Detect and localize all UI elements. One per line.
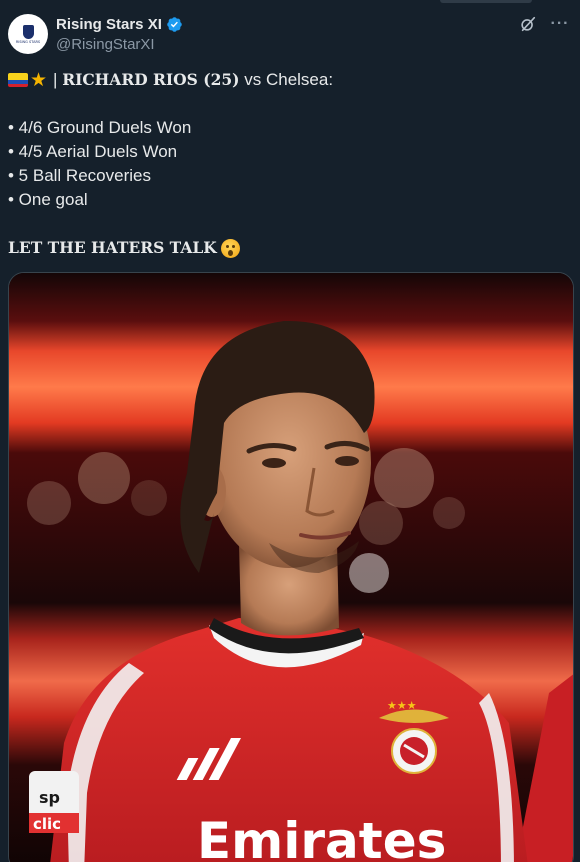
colombia-flag-icon — [8, 73, 28, 87]
tweet-header: RISING STARS Rising Stars XI @RisingStar… — [8, 12, 570, 56]
headline-player: RICHARD RIOS (25) — [62, 70, 240, 89]
grok-icon[interactable] — [518, 14, 538, 34]
handle[interactable]: @RisingStarXI — [56, 36, 183, 53]
avatar[interactable]: RISING STARS — [8, 14, 48, 54]
shield-logo-icon — [22, 24, 34, 39]
star-icon: ★ — [30, 69, 48, 91]
avatar-logo-text: RISING STARS — [15, 39, 41, 44]
top-edge-sliver — [440, 0, 532, 3]
stat-line: • 4/5 Aerial Duels Won — [8, 142, 178, 161]
shirt-sponsor-text: Emirates — [197, 812, 446, 862]
stat-line: • 4/6 Ground Duels Won — [8, 118, 192, 137]
author-block: Rising Stars XI @RisingStarXI — [56, 14, 183, 53]
stat-line: • 5 Ball Recoveries — [8, 166, 151, 185]
headline-suffix: vs Chelsea: — [239, 70, 334, 89]
sleeve-patch-text: sp — [39, 788, 60, 807]
header-actions: ··· — [518, 14, 570, 34]
verified-badge-icon — [167, 16, 182, 32]
headline-prefix: | — [53, 70, 63, 89]
display-name[interactable]: Rising Stars XI — [56, 16, 162, 33]
tweet-photo[interactable]: ★★★ sp clic Emirates — [8, 272, 574, 862]
stat-line: • One goal — [8, 190, 88, 209]
closing-text: LET THE HATERS TALK — [8, 238, 217, 257]
closing-line: LET THE HATERS TALK — [8, 236, 568, 260]
hushed-face-icon — [220, 238, 240, 258]
player-photo-illustration: ★★★ sp clic Emirates — [9, 273, 573, 862]
sleeve-patch-text: clic — [33, 815, 61, 833]
tweet-text: ★ | RICHARD RIOS (25) vs Chelsea: • 4/6 G… — [8, 68, 568, 260]
headline-line: ★ | RICHARD RIOS (25) vs Chelsea: — [8, 68, 568, 92]
more-icon[interactable]: ··· — [550, 14, 570, 34]
